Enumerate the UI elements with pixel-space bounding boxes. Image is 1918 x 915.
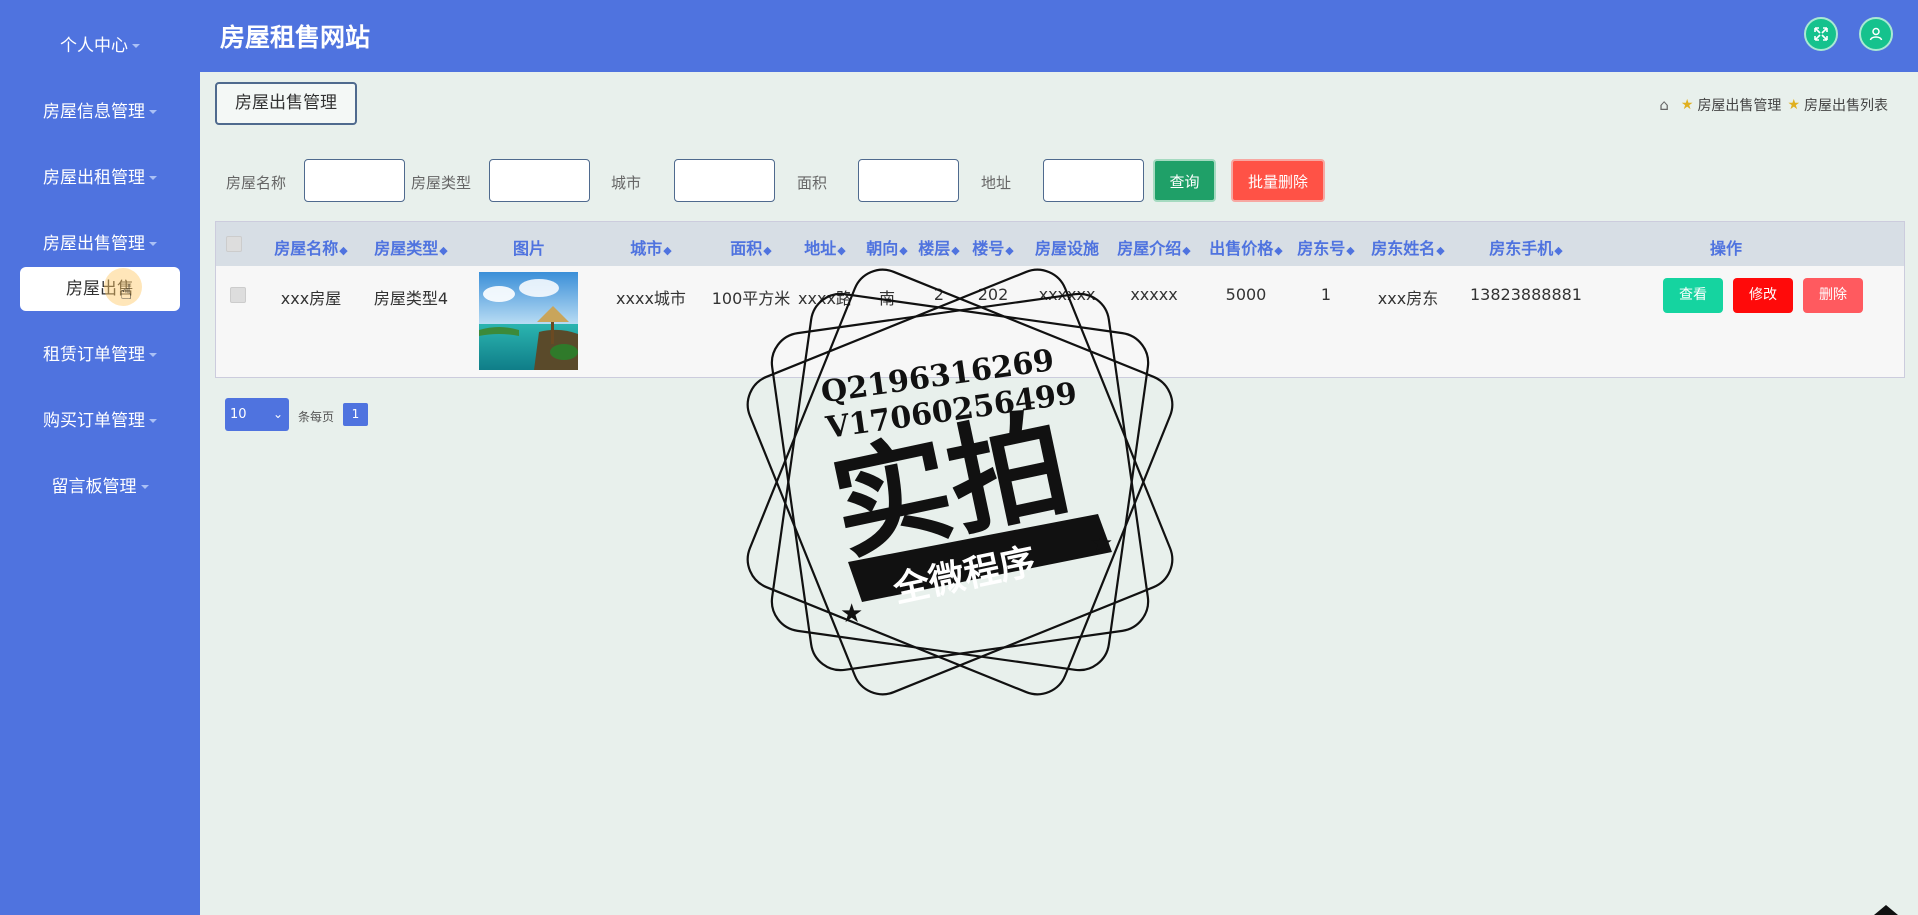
sort-icon: ◆: [1005, 244, 1014, 257]
breadcrumb-item-sale-list: 房屋出售列表: [1804, 98, 1888, 114]
sidebar-item-rent-manage[interactable]: 房屋出租管理: [0, 163, 200, 193]
sort-icon: ◆: [439, 244, 448, 257]
sort-icon: ◆: [763, 244, 772, 257]
column-header-address[interactable]: 地址◆: [790, 235, 860, 259]
home-icon[interactable]: ⌂: [1659, 96, 1669, 114]
edit-button[interactable]: 修改: [1733, 278, 1793, 313]
house-thumbnail[interactable]: [479, 272, 578, 370]
address-input[interactable]: [1043, 159, 1144, 202]
table-header: 房屋名称◆ 房屋类型◆ 图片 城市◆ 面积◆ 地址◆ 朝向◆ 楼层◆ 楼号◆ 房…: [216, 222, 1904, 266]
page-size-select[interactable]: 10 ⌄: [225, 398, 289, 431]
star-icon: ★: [1680, 97, 1694, 113]
column-header-house-type[interactable]: 房屋类型◆: [356, 235, 466, 259]
sort-icon: ◆: [1554, 244, 1563, 257]
sort-icon: ◆: [339, 244, 348, 257]
sidebar-subitem-house-sale[interactable]: 房屋出售: [20, 267, 180, 311]
sort-icon: ◆: [1436, 244, 1445, 257]
column-header-city[interactable]: 城市◆: [596, 235, 706, 259]
query-button[interactable]: 查询: [1153, 159, 1216, 202]
caret-down-icon: [132, 44, 140, 48]
column-header-building[interactable]: 楼号◆: [958, 235, 1028, 259]
search-label-area: 面积: [797, 174, 828, 192]
column-header-image: 图片: [512, 239, 545, 258]
search-label-city: 城市: [611, 174, 642, 192]
sort-icon: ◆: [1274, 244, 1283, 257]
column-header-intro[interactable]: 房屋介绍◆: [1104, 235, 1204, 259]
cell-house-name: xxx房屋: [280, 289, 342, 308]
caret-down-icon: [149, 242, 157, 246]
search-label-house-type: 房屋类型: [411, 174, 472, 192]
star-icon: ★: [840, 599, 863, 629]
house-type-input[interactable]: [489, 159, 590, 202]
caret-down-icon: [149, 419, 157, 423]
area-input[interactable]: [858, 159, 959, 202]
row-checkbox[interactable]: [230, 287, 246, 303]
sort-icon: ◆: [1182, 244, 1191, 257]
sidebar-item-sale-manage[interactable]: 房屋出售管理: [0, 229, 200, 259]
cell-landlord-phone: 13823888881: [1470, 285, 1582, 304]
watermark-stamp: Q2196316269 V17060256499 实拍 全微程序 ★ ★: [746, 268, 1174, 696]
cell-landlord-name: xxx房东: [1377, 289, 1439, 308]
app-title: 房屋租售网站: [220, 23, 371, 52]
column-header-price[interactable]: 出售价格◆: [1196, 235, 1296, 259]
cell-house-type: 房屋类型4: [373, 289, 449, 308]
hand-cursor-icon: ☝: [120, 280, 133, 304]
fullscreen-button[interactable]: [1804, 17, 1838, 51]
breadcrumb-item-sale-manage[interactable]: 房屋出售管理: [1697, 95, 1781, 115]
delete-button[interactable]: 删除: [1803, 278, 1863, 313]
cell-city: xxxx城市: [616, 289, 686, 308]
caret-down-icon: [149, 110, 157, 114]
star-icon: ★: [1787, 97, 1800, 113]
sidebar-item-house-info[interactable]: 房屋信息管理: [0, 97, 200, 127]
house-name-input[interactable]: [304, 159, 405, 202]
breadcrumb: ⌂ ★ 房屋出售管理 ★ 房屋出售列表: [1659, 95, 1888, 115]
scroll-top-icon[interactable]: [1874, 905, 1898, 915]
column-header-actions: 操作: [1709, 239, 1742, 258]
caret-down-icon: [149, 353, 157, 357]
search-label-address: 地址: [981, 174, 1012, 192]
house-image: [479, 272, 578, 370]
batch-delete-button[interactable]: 批量删除: [1231, 159, 1325, 202]
search-label-house-name: 房屋名称: [226, 174, 287, 192]
top-header: 房屋租售网站: [200, 0, 1918, 72]
page-tab[interactable]: 房屋出售管理: [215, 82, 357, 125]
per-page-label: 条每页: [298, 410, 335, 424]
cell-price: 5000: [1225, 285, 1267, 304]
select-all-checkbox[interactable]: [226, 236, 242, 252]
page-number-button[interactable]: 1: [343, 403, 368, 426]
caret-down-icon: [140, 485, 149, 489]
chevron-down-icon: ⌄: [272, 407, 283, 421]
user-menu-button[interactable]: [1859, 17, 1893, 51]
sidebar-item-message-board[interactable]: 留言板管理: [0, 472, 200, 502]
expand-icon: [1814, 27, 1828, 41]
view-button[interactable]: 查看: [1663, 278, 1723, 313]
sort-icon: ◆: [663, 244, 672, 257]
star-icon: ★: [1090, 529, 1113, 559]
sidebar-item-lease-orders[interactable]: 租赁订单管理: [0, 340, 200, 370]
sort-icon: ◆: [837, 244, 846, 257]
city-input[interactable]: [674, 159, 775, 202]
user-icon: [1869, 27, 1883, 41]
column-header-facilities: 房屋设施: [1034, 239, 1099, 258]
sidebar: 个人中心 房屋信息管理 房屋出租管理 房屋出售管理 房屋出售 ☝ 租赁订单管理 …: [0, 0, 200, 915]
column-header-house-name[interactable]: 房屋名称◆: [256, 235, 366, 259]
caret-down-icon: [149, 176, 157, 180]
sidebar-item-personal-center[interactable]: 个人中心: [0, 31, 200, 61]
sidebar-item-purchase-orders[interactable]: 购买订单管理: [0, 406, 200, 436]
column-header-landlord-name[interactable]: 房东姓名◆: [1353, 235, 1463, 259]
column-header-landlord-phone[interactable]: 房东手机◆: [1466, 235, 1586, 259]
